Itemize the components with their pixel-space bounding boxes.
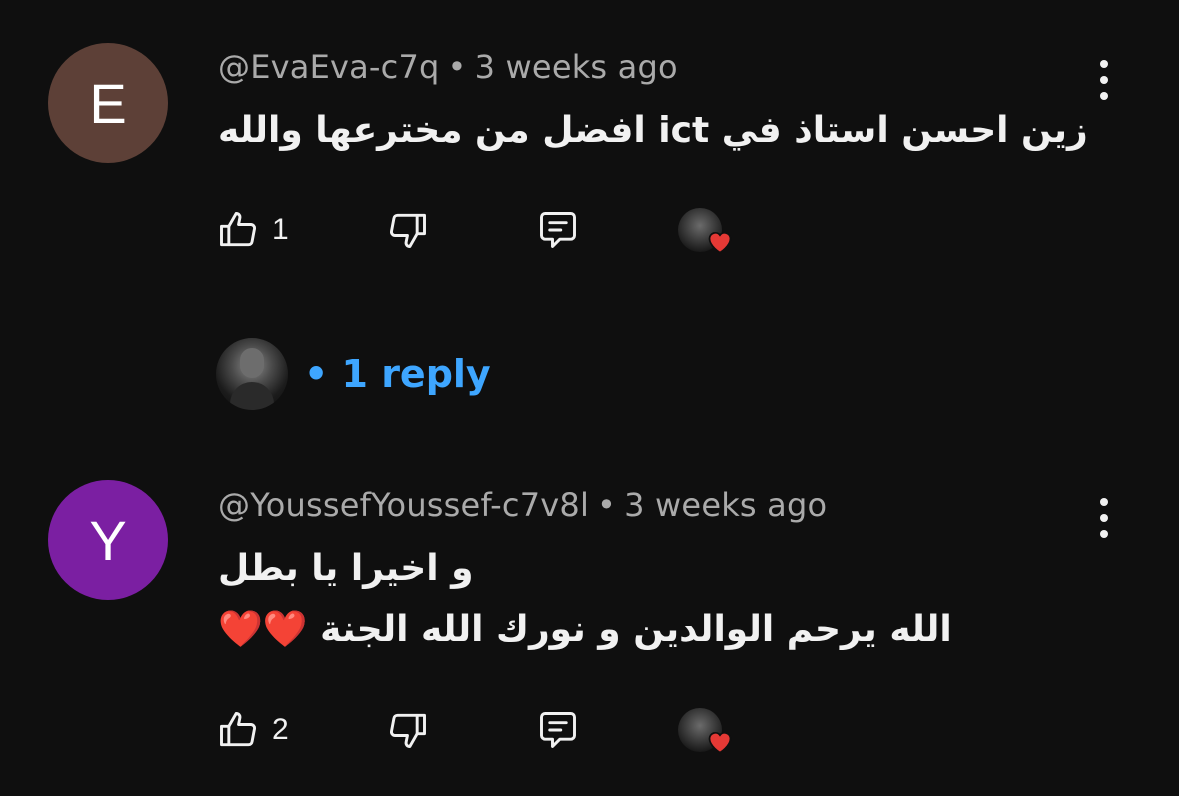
comment-meta: @YoussefYoussef-c7v8l • 3 weeks ago: [218, 486, 827, 524]
comment-actions: 2: [0, 700, 1179, 760]
comment-text-line: الله يرحم الوالدين و نورك الله الجنة ❤️❤…: [218, 609, 952, 650]
comment-icon: [540, 212, 576, 248]
dislike-button[interactable]: [386, 708, 430, 752]
more-vertical-icon[interactable]: [1092, 498, 1116, 538]
author-name[interactable]: @YoussefYoussef-c7v8l: [218, 486, 589, 524]
avatar[interactable]: Y: [48, 480, 168, 600]
creator-heart-icon: [678, 208, 732, 258]
comment-text-line: زين احسن استاذ في ict افضل من مخترعها وا…: [218, 110, 1088, 151]
timestamp[interactable]: 3 weeks ago: [624, 486, 827, 524]
more-vertical-icon[interactable]: [1092, 60, 1116, 100]
comment-icon: [540, 712, 576, 748]
comment-actions: 1: [0, 200, 1179, 260]
like-count: 2: [272, 713, 289, 746]
comment-text-line: و اخيرا يا بطل: [218, 548, 474, 589]
thumbs-up-icon: [220, 712, 256, 747]
thumbs-down-icon: [390, 213, 426, 248]
author-name[interactable]: @EvaEva-c7q: [218, 48, 440, 86]
replies-count-label[interactable]: • 1 reply: [304, 352, 491, 396]
meta-separator: •: [447, 48, 467, 86]
like-button[interactable]: 2: [216, 708, 289, 752]
timestamp[interactable]: 3 weeks ago: [475, 48, 678, 86]
thumbs-down-icon: [390, 713, 426, 748]
comment-meta: @EvaEva-c7q • 3 weeks ago: [218, 48, 678, 86]
like-count: 1: [272, 213, 289, 246]
like-button[interactable]: 1: [216, 208, 289, 252]
creator-heart-icon: [678, 708, 732, 758]
view-replies-button[interactable]: • 1 reply: [216, 338, 491, 410]
meta-separator: •: [597, 486, 617, 524]
reply-button[interactable]: [534, 208, 582, 252]
replier-avatar: [216, 338, 288, 410]
thumbs-up-icon: [220, 212, 256, 247]
reply-button[interactable]: [534, 708, 582, 752]
dislike-button[interactable]: [386, 208, 430, 252]
avatar[interactable]: E: [48, 43, 168, 163]
